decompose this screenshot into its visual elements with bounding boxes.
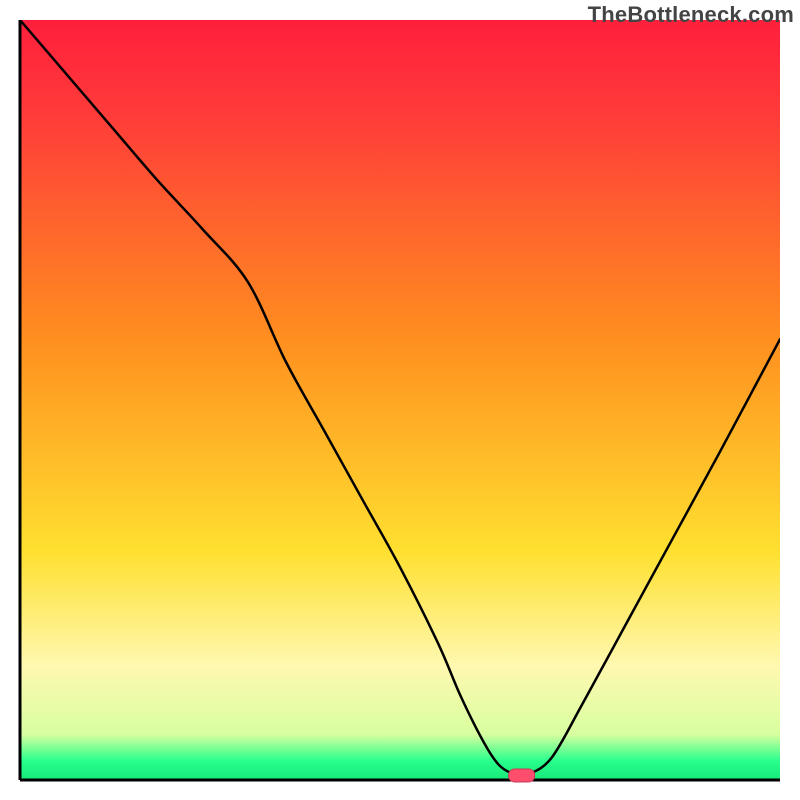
gradient-background: [20, 20, 780, 780]
chart-stage: TheBottleneck.com: [0, 0, 800, 800]
optimal-marker: [509, 769, 535, 782]
watermark-text: TheBottleneck.com: [588, 2, 794, 28]
bottleneck-chart: [0, 0, 800, 800]
